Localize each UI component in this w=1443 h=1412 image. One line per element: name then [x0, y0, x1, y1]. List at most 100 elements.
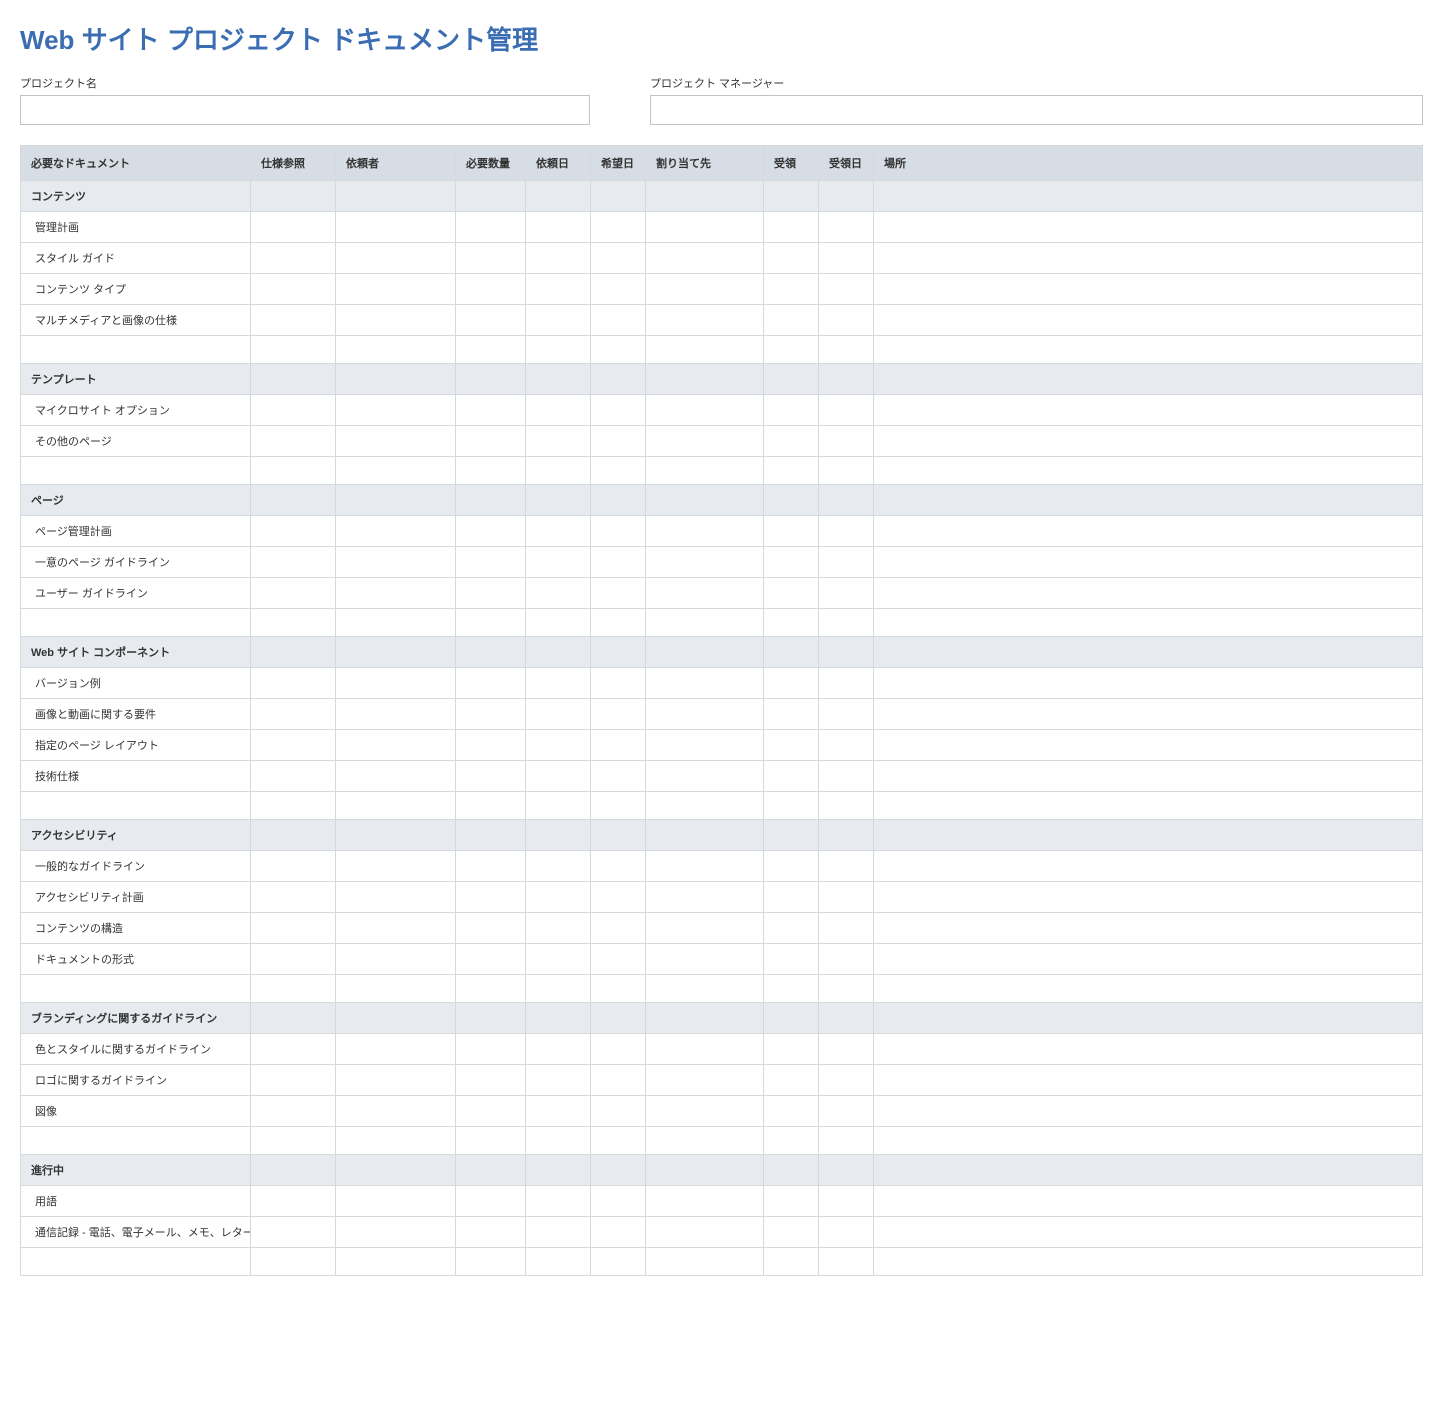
document-name-cell[interactable]: マルチメディアと画像の仕様	[21, 305, 251, 336]
document-name-cell[interactable]: 一意のページ ガイドライン	[21, 547, 251, 578]
table-cell[interactable]	[526, 212, 591, 243]
table-cell[interactable]	[819, 913, 874, 944]
table-cell[interactable]	[764, 699, 819, 730]
table-cell[interactable]	[456, 792, 526, 820]
table-cell[interactable]	[336, 1186, 456, 1217]
table-cell[interactable]	[874, 761, 1423, 792]
table-cell[interactable]	[526, 851, 591, 882]
table-cell[interactable]	[591, 1127, 646, 1155]
table-cell[interactable]	[251, 305, 336, 336]
table-cell[interactable]	[646, 212, 764, 243]
table-cell[interactable]	[591, 699, 646, 730]
table-cell[interactable]	[646, 1065, 764, 1096]
table-cell[interactable]	[336, 1065, 456, 1096]
table-cell[interactable]	[526, 792, 591, 820]
project-name-input[interactable]	[20, 95, 590, 125]
table-cell[interactable]	[526, 609, 591, 637]
table-cell[interactable]	[456, 1186, 526, 1217]
table-cell[interactable]	[526, 274, 591, 305]
table-cell[interactable]	[456, 578, 526, 609]
table-cell[interactable]	[646, 792, 764, 820]
table-cell[interactable]	[591, 1065, 646, 1096]
table-cell[interactable]	[336, 699, 456, 730]
table-cell[interactable]	[764, 792, 819, 820]
table-cell[interactable]	[336, 1248, 456, 1276]
table-cell[interactable]	[526, 882, 591, 913]
document-name-cell[interactable]: ページ管理計画	[21, 516, 251, 547]
table-cell[interactable]	[764, 212, 819, 243]
table-cell[interactable]	[21, 609, 251, 637]
table-cell[interactable]	[819, 882, 874, 913]
table-cell[interactable]	[764, 1217, 819, 1248]
table-cell[interactable]	[526, 913, 591, 944]
table-cell[interactable]	[874, 1186, 1423, 1217]
table-cell[interactable]	[874, 1034, 1423, 1065]
table-cell[interactable]	[646, 516, 764, 547]
table-cell[interactable]	[764, 305, 819, 336]
table-cell[interactable]	[646, 913, 764, 944]
table-cell[interactable]	[526, 395, 591, 426]
table-cell[interactable]	[456, 395, 526, 426]
table-cell[interactable]	[456, 547, 526, 578]
table-cell[interactable]	[456, 1034, 526, 1065]
document-name-cell[interactable]: 一般的なガイドライン	[21, 851, 251, 882]
table-cell[interactable]	[526, 1065, 591, 1096]
table-cell[interactable]	[251, 1065, 336, 1096]
table-cell[interactable]	[646, 1186, 764, 1217]
table-cell[interactable]	[526, 668, 591, 699]
table-cell[interactable]	[646, 882, 764, 913]
table-cell[interactable]	[764, 1096, 819, 1127]
table-cell[interactable]	[646, 578, 764, 609]
table-cell[interactable]	[526, 578, 591, 609]
table-cell[interactable]	[764, 243, 819, 274]
document-name-cell[interactable]: 指定のページ レイアウト	[21, 730, 251, 761]
table-cell[interactable]	[526, 1034, 591, 1065]
table-cell[interactable]	[251, 668, 336, 699]
table-cell[interactable]	[336, 730, 456, 761]
table-cell[interactable]	[874, 547, 1423, 578]
table-cell[interactable]	[764, 761, 819, 792]
table-cell[interactable]	[336, 578, 456, 609]
table-cell[interactable]	[591, 975, 646, 1003]
table-cell[interactable]	[251, 212, 336, 243]
table-cell[interactable]	[646, 609, 764, 637]
table-cell[interactable]	[646, 305, 764, 336]
table-cell[interactable]	[874, 792, 1423, 820]
table-cell[interactable]	[336, 944, 456, 975]
table-cell[interactable]	[526, 1248, 591, 1276]
table-cell[interactable]	[819, 426, 874, 457]
document-name-cell[interactable]: コンテンツ タイプ	[21, 274, 251, 305]
table-cell[interactable]	[251, 547, 336, 578]
document-name-cell[interactable]: コンテンツの構造	[21, 913, 251, 944]
table-cell[interactable]	[456, 426, 526, 457]
table-cell[interactable]	[874, 944, 1423, 975]
table-cell[interactable]	[646, 761, 764, 792]
table-cell[interactable]	[819, 1217, 874, 1248]
table-cell[interactable]	[874, 516, 1423, 547]
document-name-cell[interactable]: 用語	[21, 1186, 251, 1217]
table-cell[interactable]	[251, 944, 336, 975]
table-cell[interactable]	[819, 1248, 874, 1276]
table-cell[interactable]	[456, 212, 526, 243]
table-cell[interactable]	[456, 274, 526, 305]
table-cell[interactable]	[456, 882, 526, 913]
table-cell[interactable]	[336, 975, 456, 1003]
table-cell[interactable]	[819, 305, 874, 336]
table-cell[interactable]	[591, 547, 646, 578]
table-cell[interactable]	[456, 516, 526, 547]
table-cell[interactable]	[526, 516, 591, 547]
table-cell[interactable]	[456, 1096, 526, 1127]
table-cell[interactable]	[874, 699, 1423, 730]
table-cell[interactable]	[819, 761, 874, 792]
table-cell[interactable]	[646, 547, 764, 578]
table-cell[interactable]	[874, 1127, 1423, 1155]
document-name-cell[interactable]: ドキュメントの形式	[21, 944, 251, 975]
table-cell[interactable]	[819, 792, 874, 820]
table-cell[interactable]	[336, 1034, 456, 1065]
table-cell[interactable]	[819, 457, 874, 485]
table-cell[interactable]	[251, 1096, 336, 1127]
table-cell[interactable]	[591, 1217, 646, 1248]
table-cell[interactable]	[591, 274, 646, 305]
table-cell[interactable]	[456, 609, 526, 637]
table-cell[interactable]	[764, 274, 819, 305]
